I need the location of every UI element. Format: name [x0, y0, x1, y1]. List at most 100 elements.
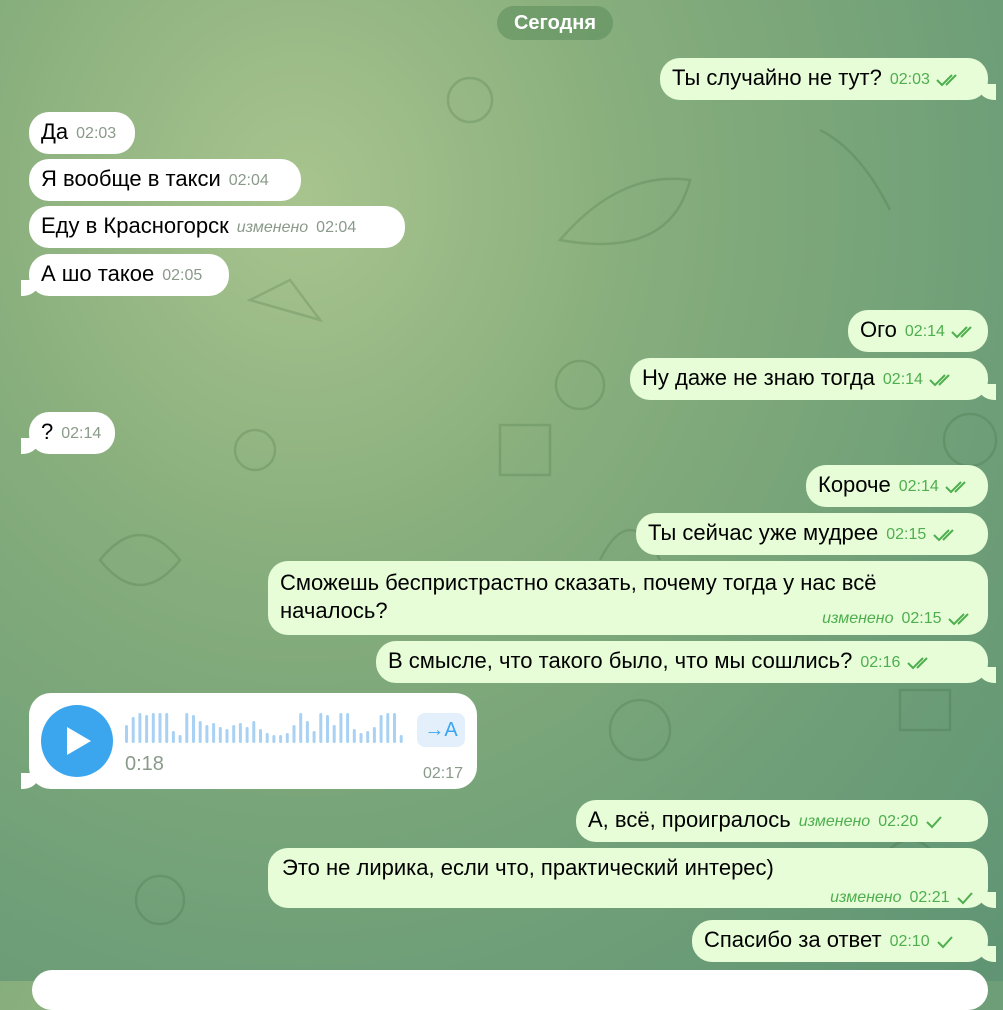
voice-duration: 0:18	[125, 753, 164, 775]
message-outgoing[interactable]: Ого 02:14	[848, 310, 988, 352]
waveform-bar	[212, 723, 216, 743]
waveform-bar	[305, 721, 309, 743]
message-time: 02:03	[76, 125, 117, 142]
waveform-bar	[359, 733, 363, 743]
waveform-bar	[252, 721, 256, 743]
waveform-bar	[339, 713, 343, 743]
voice-waveform[interactable]	[125, 713, 407, 745]
message-time: 02:21	[909, 889, 950, 906]
message-text: Ну даже не знаю тогда	[642, 365, 875, 390]
waveform-bar	[272, 735, 276, 743]
message-meta: 02:15	[886, 521, 959, 549]
message-meta: 02:14	[61, 420, 101, 448]
double-check-icon	[907, 657, 928, 670]
message-incoming[interactable]: Еду в Красногорск изменено 02:04	[29, 206, 405, 248]
date-separator: Сегодня	[497, 6, 613, 40]
play-button[interactable]	[41, 705, 113, 777]
message-outgoing[interactable]: Ты случайно не тут? 02:03	[660, 58, 996, 100]
message-composer[interactable]	[32, 970, 988, 1010]
message-outgoing[interactable]: Спасибо за ответ 02:10	[692, 920, 996, 962]
message-outgoing[interactable]: Это не лирика, если что, практический ин…	[268, 848, 996, 908]
play-icon	[67, 727, 91, 755]
message-meta: 02:04	[229, 167, 269, 195]
message-meta: изменено 02:21	[282, 884, 974, 912]
waveform-bar	[312, 731, 316, 743]
message-time: 02:14	[882, 371, 923, 388]
message-meta: изменено 02:20	[799, 808, 943, 836]
waveform-bar	[299, 713, 303, 743]
waveform-bar	[279, 735, 283, 743]
message-incoming[interactable]: А шо такое 02:05	[21, 254, 229, 296]
waveform-bar	[399, 735, 403, 743]
message-text: Это не лирика, если что, практический ин…	[282, 855, 774, 880]
waveform-bar	[372, 727, 376, 743]
waveform-bar	[125, 725, 128, 743]
waveform-bar	[326, 715, 329, 743]
message-text: Да	[41, 119, 69, 144]
message-time: 02:16	[860, 654, 901, 671]
double-check-icon	[929, 374, 951, 387]
waveform-bar	[292, 725, 296, 743]
double-check-icon	[948, 613, 969, 626]
transcribe-button[interactable]: →A	[417, 713, 465, 747]
waveform-bar	[232, 725, 236, 743]
message-meta: 02:10	[890, 928, 955, 956]
edited-label: изменено	[822, 610, 894, 627]
waveform-bar	[192, 715, 195, 743]
message-incoming[interactable]: Да 02:03	[29, 112, 135, 154]
message-outgoing[interactable]: В смысле, что такого было, что мы сошлис…	[376, 641, 996, 683]
double-check-icon	[936, 74, 958, 87]
message-outgoing[interactable]: Короче 02:14	[806, 465, 988, 507]
waveform-bar	[198, 721, 202, 743]
message-text: ?	[41, 419, 54, 444]
message-meta: 02:14	[905, 318, 978, 346]
waveform-bar	[393, 713, 396, 743]
message-incoming[interactable]: Я вообще в такси 02:04	[29, 159, 301, 201]
message-text: Ты сейчас уже мудрее	[648, 520, 879, 545]
waveform-bar	[138, 713, 142, 743]
message-text: Ты случайно не тут?	[672, 65, 882, 90]
waveform-bar	[238, 723, 242, 743]
message-time: 02:17	[422, 765, 463, 782]
message-time: 02:14	[61, 425, 102, 442]
message-time: 02:03	[889, 71, 930, 88]
waveform-bar	[379, 715, 383, 743]
message-time: 02:10	[889, 933, 930, 950]
message-text: Ого	[860, 317, 897, 342]
message-text: А, всё, проигралось	[588, 807, 791, 832]
waveform-bar	[165, 713, 169, 743]
waveform-bar	[225, 729, 229, 743]
message-meta: 02:03	[76, 120, 116, 148]
message-time: 02:14	[898, 478, 939, 495]
waveform-bar	[366, 731, 370, 743]
message-meta: изменено 02:04	[237, 214, 356, 242]
message-outgoing[interactable]: Сможешь беспристрастно сказать, почему т…	[268, 561, 988, 635]
message-time: 02:15	[886, 526, 927, 543]
message-outgoing[interactable]: А, всё, проигралось изменено 02:20	[576, 800, 988, 842]
message-text: Еду в Красногорск	[41, 213, 229, 238]
message-outgoing[interactable]: Ты сейчас уже мудрее 02:15	[636, 513, 988, 555]
message-incoming[interactable]: ? 02:14	[21, 412, 115, 454]
message-time: 02:05	[162, 267, 203, 284]
double-check-icon	[945, 481, 966, 494]
voice-message[interactable]: →A 0:18 02:17	[21, 693, 477, 789]
waveform-bar	[265, 733, 269, 743]
waveform-bar	[218, 727, 222, 743]
message-meta: 02:03	[890, 66, 963, 94]
message-meta: 02:16	[860, 649, 933, 677]
waveform-bar	[259, 729, 262, 743]
message-time: 02:14	[904, 323, 945, 340]
message-time: 02:15	[901, 610, 942, 627]
waveform-bar	[178, 735, 182, 743]
waveform-bar	[158, 713, 162, 743]
waveform-bar	[352, 729, 356, 743]
message-text: Короче	[818, 472, 891, 497]
message-text: Спасибо за ответ	[704, 927, 882, 952]
edited-label: изменено	[798, 813, 871, 830]
message-outgoing[interactable]: Ну даже не знаю тогда 02:14	[630, 358, 996, 400]
message-text: Я вообще в такси	[41, 166, 221, 191]
waveform-bar	[185, 713, 189, 743]
waveform-bar	[319, 713, 323, 743]
message-time: 02:20	[878, 813, 919, 830]
check-icon	[937, 936, 953, 949]
